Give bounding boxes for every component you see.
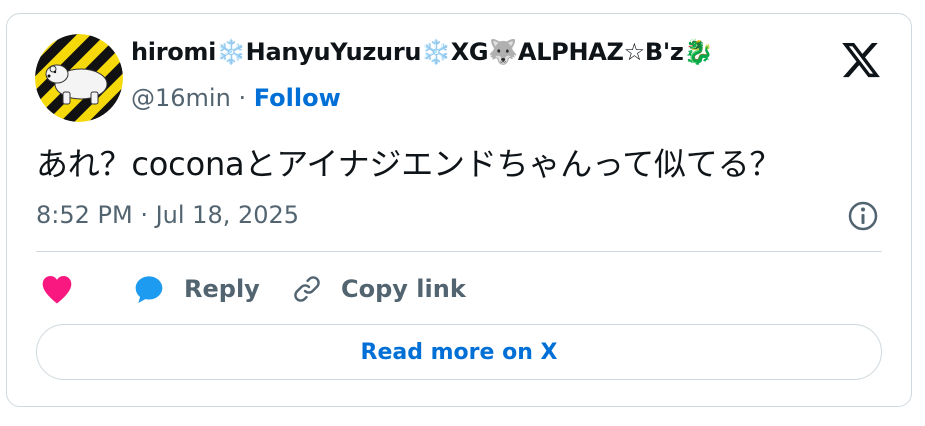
avatar[interactable] <box>35 34 123 122</box>
info-icon[interactable] <box>847 200 879 232</box>
divider <box>36 251 882 252</box>
x-logo-icon[interactable] <box>839 39 883 81</box>
heart-icon <box>42 276 72 304</box>
speech-bubble-icon <box>135 276 163 303</box>
polar-bear-hazard-avatar-icon <box>35 34 123 122</box>
follow-link[interactable]: Follow <box>254 84 341 112</box>
tweet-text: あれ？coconaとアイナジエンドちゃんって似てる？ <box>36 145 782 183</box>
link-icon <box>294 276 320 302</box>
reply-label: Reply <box>184 275 260 303</box>
tweet-timestamp[interactable]: 8:52 PM · Jul 18, 2025 <box>36 201 299 229</box>
copy-link-label: Copy link <box>341 275 466 303</box>
tweet-card: hiromi❄️HanyuYuzuru❄️XG🐺ALPHAZ☆B'z🐉 @16m… <box>6 13 912 407</box>
like-button[interactable] <box>40 272 74 306</box>
author-subline: @16min · Follow <box>131 84 341 112</box>
author-display-name[interactable]: hiromi❄️HanyuYuzuru❄️XG🐺ALPHAZ☆B'z🐉 <box>131 38 713 66</box>
subline-separator: · <box>238 84 247 112</box>
author-handle[interactable]: @16min <box>131 84 231 112</box>
read-more-button[interactable]: Read more on X <box>36 324 882 380</box>
reply-button[interactable]: Reply <box>132 272 260 306</box>
copy-link-button[interactable]: Copy link <box>291 272 466 306</box>
